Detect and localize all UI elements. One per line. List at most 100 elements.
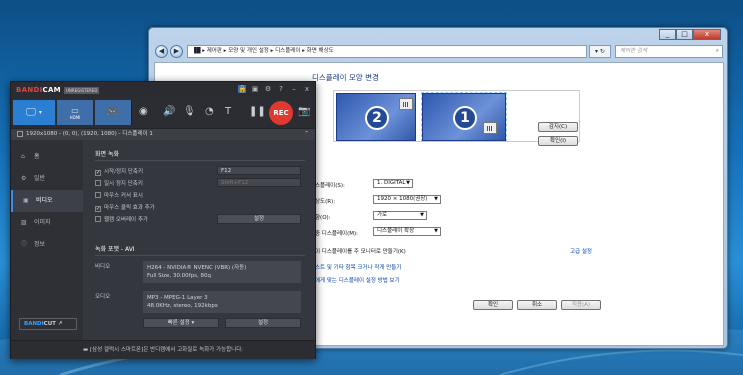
image-icon: ▨ — [21, 219, 27, 226]
detect-button[interactable]: 감지(C) — [538, 122, 578, 132]
section-title-format: 녹화 포맷 - AVI — [95, 246, 135, 253]
search-icon: ⌕ — [715, 48, 719, 54]
folder-icon[interactable]: ▣ — [251, 85, 259, 93]
text-size-link[interactable]: 스트 및 기타 항목 크거나 작게 만들기 — [315, 263, 401, 271]
sidebar-item-general[interactable]: ⚙ 일반 — [11, 168, 83, 190]
capture-area-text: 1920x1080 - (0, 0), (1920, 1080) - 디스플레이… — [26, 131, 153, 137]
maximize-button[interactable]: □ — [676, 29, 693, 40]
checkbox[interactable]: ✓ — [95, 206, 101, 212]
resolution-select[interactable]: 1920 × 1080(권장) ▼ — [373, 195, 441, 204]
divider — [95, 160, 305, 161]
area-checkbox[interactable] — [17, 130, 23, 137]
promo-footer[interactable]: ▬ [삼성 갤럭시 스마트폰]은 반디캠에서 고화질로 녹화가 가능합니다. — [11, 340, 315, 359]
pause-icon[interactable]: ❚❚ — [249, 106, 266, 117]
checkbox[interactable]: ✓ — [95, 170, 101, 176]
display-select[interactable]: 1. DIGITAL ▼ — [373, 179, 413, 188]
display-value: 1. DIGITAL — [377, 180, 406, 186]
display-label: 스플레이(S): — [315, 183, 345, 189]
quick-settings-button[interactable]: 빠른 설정 ▾ — [143, 318, 219, 328]
monitor-icon: 🖵 — [26, 107, 36, 118]
checkbox[interactable] — [95, 192, 101, 198]
text-icon[interactable]: T — [225, 106, 231, 117]
gear-icon[interactable]: ⚙ — [264, 85, 272, 93]
audio-params: 48.0KHz, stereo, 192kbps — [147, 303, 218, 309]
bandicut-button[interactable]: BANDICUT ↗ — [19, 318, 77, 330]
sidebar: ⌂ 홈 ⚙ 일반 ▣ 비디오 ▨ 이미지 ⓘ 정보 BANDICUT ↗ — [11, 140, 83, 340]
option-click-effect[interactable]: ✓ 마우스 클릭 효과 추가 — [95, 203, 155, 212]
advanced-settings-link[interactable]: 고급 설정 — [570, 247, 592, 255]
resolution-value: 1920 × 1080(권장) — [377, 196, 428, 202]
display-help-link[interactable]: 에게 맞는 디스플레이 설정 방법 보기 — [315, 276, 400, 284]
lock-icon[interactable]: 🔒 — [238, 85, 247, 93]
audio-codec: MP3 - MPEG-1 Layer 3 — [147, 295, 208, 301]
option-webcam[interactable]: 웹캠 오버레이 추가 — [95, 215, 148, 223]
close-button[interactable]: x — [693, 29, 721, 40]
mic-off-icon[interactable]: 🎙 — [183, 106, 196, 117]
monitor-arrangement: 2 1 — [333, 90, 580, 142]
capture-area-bar[interactable]: 1920x1080 - (0, 0), (1920, 1080) - 디스플레이… — [11, 128, 315, 140]
webcam-off-icon[interactable]: ◉ — [139, 106, 148, 117]
multi-display-value: 디스플레이 확장 — [377, 228, 415, 234]
screen-mode-button[interactable]: 🖵 ▾ — [13, 100, 55, 125]
speaker-icon[interactable]: 🔊 — [163, 106, 175, 117]
forward-icon[interactable]: ▶ — [170, 45, 183, 58]
gear-icon: ⚙ — [21, 175, 27, 182]
minimize-button[interactable]: _ — [659, 29, 676, 40]
close-button[interactable]: x — [303, 85, 311, 93]
game-mode-button[interactable]: 🎮 — [95, 100, 131, 125]
sidebar-item-info[interactable]: ⓘ 정보 — [11, 234, 83, 256]
video-codec: H264 - NVIDIA® NVENC (VBR) (자동) — [147, 265, 247, 271]
divider — [95, 255, 305, 256]
address-bar[interactable]: ▐█ ▸ 제어판 ▸ 모양 및 개인 설정 ▸ 디스플레이 ▸ 화면 해상도 — [187, 45, 587, 58]
navigation-bar: ◀ ▶ ▐█ ▸ 제어판 ▸ 모양 및 개인 설정 ▸ 디스플레이 ▸ 화면 해… — [149, 42, 727, 60]
title-icons: 🔒 ▣ ⚙ ? – x — [238, 85, 311, 93]
phone-icon: ▬ — [82, 347, 90, 353]
record-button[interactable]: REC — [269, 101, 293, 125]
help-icon[interactable]: ? — [277, 85, 285, 93]
format-settings-button[interactable]: 설정 — [225, 318, 301, 328]
sidebar-item-video[interactable]: ▣ 비디오 — [11, 190, 83, 212]
option-cursor[interactable]: 마우스 커서 표시 — [95, 191, 143, 199]
orientation-select[interactable]: 가로 ▼ — [373, 211, 427, 220]
hotkey-start-stop[interactable]: F12 — [217, 166, 301, 175]
monitor-1-icon — [483, 122, 497, 134]
option-start-stop[interactable]: ✓ 시작/정지 단축키 — [95, 167, 143, 176]
multi-display-label: 중 디스플레이(M): — [315, 231, 358, 237]
hdmi-label: HDMI — [69, 114, 81, 120]
checkbox[interactable] — [95, 216, 101, 222]
page-title: 디스플레이 모양 변경 — [312, 73, 379, 82]
unregistered-badge: UNREGISTERED — [64, 87, 100, 94]
window-controls: _ □ x — [659, 29, 721, 40]
minimize-button[interactable]: – — [290, 85, 298, 93]
video-params: Full Size, 30.00fps, 80q — [147, 273, 211, 279]
back-icon[interactable]: ◀ — [155, 45, 168, 58]
ok-button[interactable]: 확인 — [473, 300, 513, 310]
section-title-record: 화면 녹화 — [95, 151, 119, 158]
device-mode-button[interactable]: ▭ HDMI — [57, 100, 93, 125]
video-icon: ▣ — [23, 197, 29, 204]
search-input[interactable]: 제어판 검색 ⌕ — [615, 45, 723, 58]
collapse-icon[interactable]: ⌃ — [304, 129, 309, 140]
multi-display-select[interactable]: 디스플레이 확장 ▼ — [373, 227, 441, 236]
gamepad-icon: 🎮 — [106, 107, 120, 118]
cancel-button[interactable]: 취소 — [517, 300, 557, 310]
camera-icon[interactable]: 📷 — [298, 106, 310, 117]
audio-label: 오디오 — [95, 294, 111, 300]
hotkey-pause[interactable]: Shift+F12 — [217, 178, 301, 187]
video-label: 비디오 — [95, 264, 111, 270]
apply-button[interactable]: 적용(A) — [561, 300, 601, 310]
chevron-down-icon: ▼ — [434, 228, 438, 234]
option-pause[interactable]: 일시 정지 단축키 — [95, 179, 143, 187]
identify-button[interactable]: 확인(I) — [538, 136, 578, 146]
checkbox[interactable] — [95, 180, 101, 186]
refresh-button[interactable]: ▾ ↻ — [589, 45, 611, 58]
webcam-settings-button[interactable]: 설정 — [217, 214, 301, 224]
main-display-option[interactable]: 이 디스플레이를 주 모니터로 만들기(K) — [315, 247, 406, 255]
monitor-1[interactable]: 1 — [421, 92, 507, 142]
sidebar-item-home[interactable]: ⌂ 홈 — [11, 146, 83, 168]
sidebar-item-image[interactable]: ▨ 이미지 — [11, 212, 83, 234]
orientation-value: 가로 — [377, 212, 388, 218]
monitor-2[interactable]: 2 — [336, 93, 416, 141]
cursor-icon[interactable]: ◔ — [205, 106, 214, 117]
info-icon: ⓘ — [21, 241, 28, 248]
